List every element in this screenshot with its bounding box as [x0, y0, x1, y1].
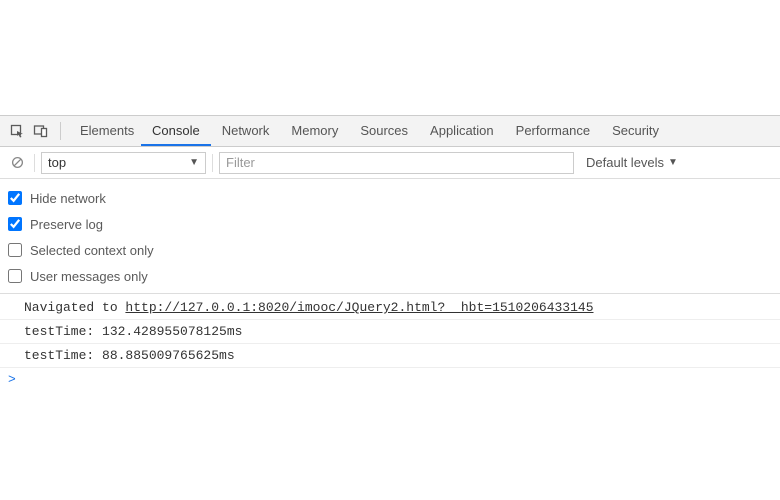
- context-selected-value: top: [48, 155, 66, 170]
- option-preserve-log[interactable]: Preserve log: [8, 211, 772, 237]
- levels-label: Default levels: [586, 155, 664, 170]
- nav-url[interactable]: http://127.0.0.1:8020/imooc/JQuery2.html…: [125, 300, 593, 315]
- chevron-down-icon: ▼: [189, 157, 199, 168]
- log-line: testTime: 88.885009765625ms: [0, 344, 780, 368]
- tab-label: Performance: [516, 123, 590, 138]
- separator: [212, 154, 213, 172]
- filter-input[interactable]: [219, 152, 574, 174]
- tab-label: Elements: [80, 123, 134, 138]
- tab-memory[interactable]: Memory: [280, 116, 349, 146]
- nav-log-line: Navigated to http://127.0.0.1:8020/imooc…: [0, 296, 780, 320]
- option-label: User messages only: [30, 269, 148, 284]
- separator: [34, 154, 35, 172]
- chevron-down-icon: ▼: [668, 157, 678, 168]
- nav-prefix: Navigated to: [24, 300, 125, 315]
- devtools-tabstrip: Elements Console Network Memory Sources …: [0, 115, 780, 147]
- tab-elements[interactable]: Elements: [69, 116, 141, 146]
- device-icon[interactable]: [30, 120, 52, 142]
- checkbox[interactable]: [8, 269, 22, 283]
- checkbox[interactable]: [8, 243, 22, 257]
- console-settings: Hide network Preserve log Selected conte…: [0, 179, 780, 294]
- tab-network[interactable]: Network: [211, 116, 281, 146]
- tab-console[interactable]: Console: [141, 116, 211, 146]
- option-label: Selected context only: [30, 243, 154, 258]
- console-prompt[interactable]: >: [0, 368, 780, 391]
- console-output: Navigated to http://127.0.0.1:8020/imooc…: [0, 294, 780, 393]
- console-toolbar: top ▼ Default levels ▼: [0, 147, 780, 179]
- option-label: Hide network: [30, 191, 106, 206]
- option-label: Preserve log: [30, 217, 103, 232]
- tab-application[interactable]: Application: [419, 116, 505, 146]
- context-select[interactable]: top ▼: [41, 152, 206, 174]
- tab-sources[interactable]: Sources: [349, 116, 419, 146]
- prompt-char: >: [8, 372, 16, 387]
- checkbox[interactable]: [8, 191, 22, 205]
- option-selected-context-only[interactable]: Selected context only: [8, 237, 772, 263]
- tab-label: Memory: [291, 123, 338, 138]
- tab-performance[interactable]: Performance: [505, 116, 601, 146]
- tab-label: Security: [612, 123, 659, 138]
- tabs: Elements Console Network Memory Sources …: [69, 116, 670, 146]
- option-hide-network[interactable]: Hide network: [8, 185, 772, 211]
- log-line: testTime: 132.428955078125ms: [0, 320, 780, 344]
- separator: [60, 122, 61, 140]
- option-user-messages-only[interactable]: User messages only: [8, 263, 772, 289]
- inspect-icon[interactable]: [6, 120, 28, 142]
- blank-area: [0, 0, 780, 115]
- tab-security[interactable]: Security: [601, 116, 670, 146]
- clear-icon[interactable]: [6, 152, 28, 174]
- log-levels-select[interactable]: Default levels ▼: [580, 155, 684, 170]
- tab-label: Application: [430, 123, 494, 138]
- checkbox[interactable]: [8, 217, 22, 231]
- tab-label: Network: [222, 123, 270, 138]
- tab-label: Sources: [360, 123, 408, 138]
- tab-label: Console: [152, 123, 200, 138]
